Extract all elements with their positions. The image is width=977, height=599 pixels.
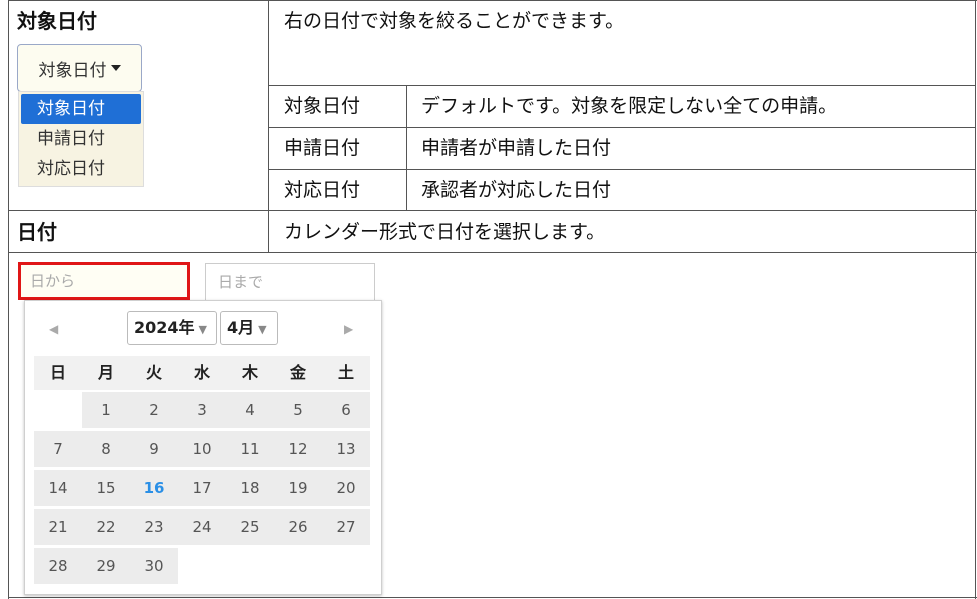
option-name: 対応日付 bbox=[284, 179, 361, 201]
date-to-input[interactable]: 日まで bbox=[205, 263, 375, 301]
table-row-divider bbox=[8, 210, 977, 211]
table-row-divider bbox=[8, 252, 977, 253]
weekday-label: 木 bbox=[226, 356, 274, 390]
options-table-line bbox=[268, 85, 976, 86]
calendar-day[interactable]: 8 bbox=[82, 431, 130, 467]
calendar-day[interactable]: 1 bbox=[82, 392, 130, 428]
row-title-date: 日付 bbox=[17, 220, 57, 244]
calendar-day[interactable]: 23 bbox=[130, 509, 178, 545]
calendar-day[interactable]: 22 bbox=[82, 509, 130, 545]
table-border-top bbox=[8, 0, 977, 1]
year-select-label: 2024年 bbox=[134, 318, 195, 337]
date-type-dropdown-menu: 対象日付 申請日付 対応日付 bbox=[18, 91, 144, 187]
calendar-day[interactable]: 14 bbox=[34, 470, 82, 506]
year-select[interactable]: 2024年 ▼ bbox=[127, 311, 217, 345]
calendar-day[interactable]: 6 bbox=[322, 392, 370, 428]
row-description-date: カレンダー形式で日付を選択します。 bbox=[284, 221, 606, 243]
calendar-day[interactable]: 20 bbox=[322, 470, 370, 506]
calendar-day[interactable]: 21 bbox=[34, 509, 82, 545]
row-description-target-date: 右の日付で対象を絞ることができます。 bbox=[284, 10, 625, 32]
calendar-day[interactable]: 2 bbox=[130, 392, 178, 428]
calendar-day[interactable]: 18 bbox=[226, 470, 274, 506]
prev-month-icon[interactable]: ◀ bbox=[49, 322, 58, 336]
calendar-day[interactable]: 27 bbox=[322, 509, 370, 545]
calendar-day[interactable]: 30 bbox=[130, 548, 178, 584]
calendar-day[interactable]: 13 bbox=[322, 431, 370, 467]
calendar-day[interactable]: 5 bbox=[274, 392, 322, 428]
month-select-label: 4月 bbox=[227, 318, 255, 337]
calendar-day[interactable]: 19 bbox=[274, 470, 322, 506]
option-desc: デフォルトです。対象を限定しない全ての申請。 bbox=[421, 95, 838, 117]
chevron-down-icon: ▼ bbox=[258, 323, 267, 336]
option-name: 申請日付 bbox=[284, 137, 361, 159]
calendar-day[interactable]: 9 bbox=[130, 431, 178, 467]
chevron-down-icon: ▼ bbox=[198, 323, 208, 336]
date-from-input[interactable]: 日から bbox=[18, 262, 190, 300]
calendar-day[interactable]: 11 bbox=[226, 431, 274, 467]
weekday-label: 金 bbox=[274, 356, 322, 390]
calendar-day[interactable]: 24 bbox=[178, 509, 226, 545]
calendar-popup: ◀ 2024年 ▼ 4月 ▼ ▶ 日 月 火 水 木 金 土 1 2 3 4 5 6 7 8 9 10… bbox=[24, 300, 382, 595]
caret-down-icon bbox=[110, 65, 121, 71]
row-title-target-date: 対象日付 bbox=[17, 9, 97, 33]
dropdown-item-target-date[interactable]: 対象日付 bbox=[21, 94, 141, 124]
table-border-right bbox=[975, 0, 976, 599]
calendar-day-today[interactable]: 16 bbox=[130, 470, 178, 506]
calendar-day[interactable]: 7 bbox=[34, 431, 82, 467]
dropdown-item-response-date[interactable]: 対応日付 bbox=[21, 154, 141, 184]
options-table-line bbox=[406, 85, 407, 210]
table-column-divider bbox=[268, 0, 269, 252]
date-type-dropdown-button[interactable]: 対象日付 bbox=[17, 44, 142, 92]
calendar-day[interactable]: 28 bbox=[34, 548, 82, 584]
calendar-day[interactable]: 15 bbox=[82, 470, 130, 506]
table-row-divider bbox=[8, 597, 977, 598]
options-table-line bbox=[268, 127, 976, 128]
calendar-day[interactable]: 17 bbox=[178, 470, 226, 506]
weekday-label: 月 bbox=[82, 356, 130, 390]
weekday-label: 水 bbox=[178, 356, 226, 390]
dropdown-button-label: 対象日付 bbox=[38, 60, 107, 81]
calendar-day[interactable]: 12 bbox=[274, 431, 322, 467]
dropdown-item-application-date[interactable]: 申請日付 bbox=[21, 124, 141, 154]
calendar-day[interactable]: 26 bbox=[274, 509, 322, 545]
weekday-label: 土 bbox=[322, 356, 370, 390]
calendar-day[interactable]: 29 bbox=[82, 548, 130, 584]
weekday-label: 火 bbox=[130, 356, 178, 390]
option-desc: 承認者が対応した日付 bbox=[421, 179, 612, 201]
table-border-left bbox=[8, 0, 9, 599]
calendar-day[interactable]: 3 bbox=[178, 392, 226, 428]
option-desc: 申請者が申請した日付 bbox=[421, 137, 612, 159]
next-month-icon[interactable]: ▶ bbox=[344, 322, 353, 336]
options-table-line bbox=[268, 169, 976, 170]
calendar-day[interactable]: 10 bbox=[178, 431, 226, 467]
calendar-day[interactable]: 25 bbox=[226, 509, 274, 545]
option-name: 対象日付 bbox=[284, 95, 361, 117]
weekday-label: 日 bbox=[34, 356, 82, 390]
month-select[interactable]: 4月 ▼ bbox=[220, 311, 278, 345]
calendar-day[interactable]: 4 bbox=[226, 392, 274, 428]
